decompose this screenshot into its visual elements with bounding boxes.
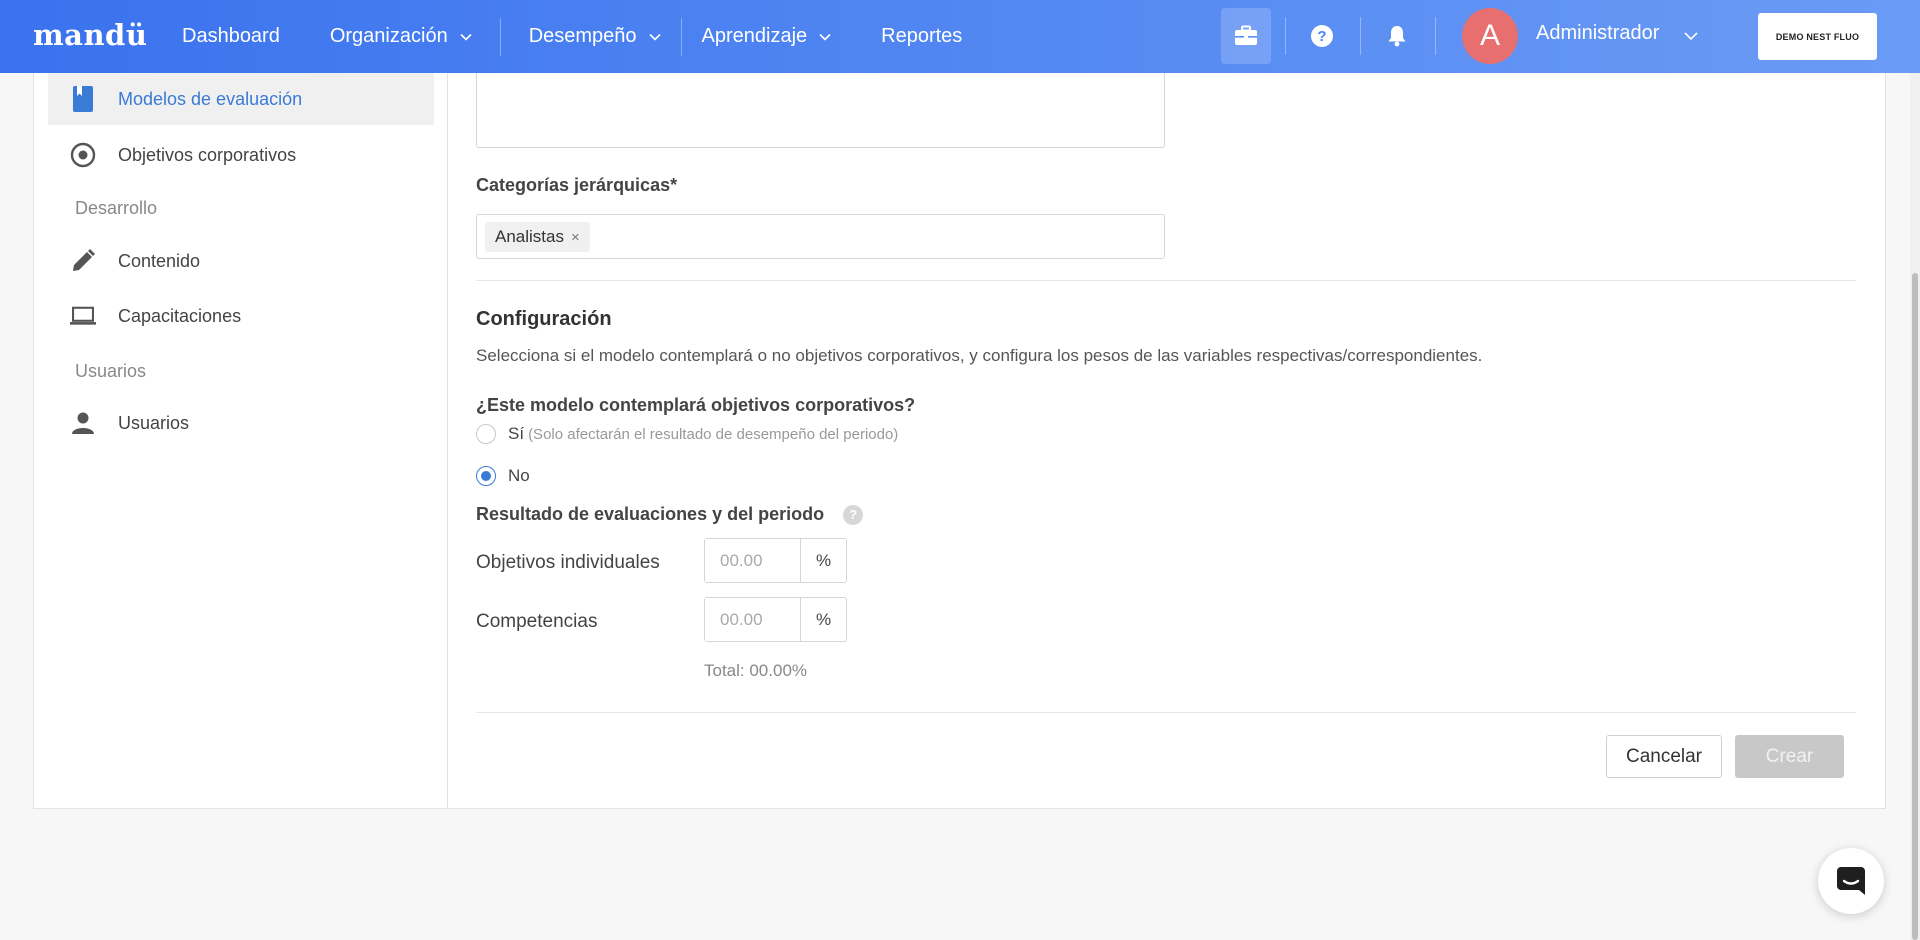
categories-input[interactable]: Analistas ×: [476, 214, 1165, 259]
competencies-label: Competencias: [476, 611, 598, 632]
main-nav: Dashboard Organización Desempeño Aprendi…: [182, 0, 962, 73]
chevron-down-icon: [819, 33, 831, 41]
main-panel: Modelos de evaluación Objetivos corporat…: [33, 73, 1886, 809]
radio-option-no[interactable]: No: [476, 466, 530, 486]
sidebar-item-label: Capacitaciones: [118, 305, 242, 326]
svg-text:?: ?: [1317, 28, 1326, 45]
radio-no[interactable]: [476, 466, 496, 486]
bell-icon: [1388, 26, 1406, 47]
nav-reportes-label: Reportes: [881, 25, 963, 47]
person-icon: [70, 410, 96, 436]
divider: [476, 712, 1856, 713]
topbar-divider: [1360, 17, 1361, 55]
briefcase-button[interactable]: [1221, 8, 1271, 64]
notifications-button[interactable]: [1372, 8, 1422, 64]
radio-option-yes[interactable]: Sí (Solo afectarán el resultado de desem…: [476, 424, 898, 444]
radio-yes[interactable]: [476, 424, 496, 444]
categories-label: Categorías jerárquicas*: [476, 175, 678, 195]
sidebar-item-label: Usuarios: [118, 412, 190, 433]
sidebar-section-usuarios: Usuarios: [75, 361, 147, 381]
divider: [476, 280, 1856, 281]
briefcase-icon: [1235, 25, 1257, 45]
radio-yes-label: Sí: [508, 424, 525, 443]
config-title: Configuración: [476, 308, 612, 330]
nav-aprendizaje[interactable]: Aprendizaje: [702, 0, 832, 73]
create-button[interactable]: Crear: [1735, 735, 1844, 778]
nav-organizacion[interactable]: Organización: [330, 0, 472, 73]
close-icon[interactable]: ×: [571, 229, 580, 246]
chevron-down-icon[interactable]: [1684, 30, 1698, 42]
sidebar-section-desarrollo: Desarrollo: [75, 198, 158, 218]
nav-aprendizaje-label: Aprendizaje: [701, 25, 808, 47]
chevron-down-icon: [648, 33, 661, 41]
sidebar-item-usuarios[interactable]: Usuarios: [48, 397, 434, 449]
chat-icon: [1837, 867, 1865, 895]
nav-divider: [680, 17, 682, 56]
avatar[interactable]: A: [1462, 8, 1518, 64]
category-tag: Analistas ×: [485, 222, 590, 252]
corporate-objectives-question: ¿Este modelo contemplará objetivos corpo…: [476, 395, 916, 415]
topbar-divider: [1435, 17, 1436, 55]
topbar-divider: [1285, 17, 1286, 55]
help-button[interactable]: ?: [1297, 8, 1347, 64]
help-icon[interactable]: ?: [843, 505, 864, 526]
competencies-field: %: [704, 597, 847, 642]
results-title-text: Resultado de evaluaciones y del periodo: [476, 504, 825, 524]
description-textarea[interactable]: [476, 73, 1165, 148]
nav-desempeno[interactable]: Desempeño: [529, 0, 661, 73]
user-name[interactable]: Administrador: [1536, 22, 1659, 45]
nav-dashboard[interactable]: Dashboard: [182, 0, 280, 73]
individual-objectives-label: Objetivos individuales: [476, 552, 660, 573]
help-icon: ?: [1311, 25, 1333, 47]
scrollbar-thumb[interactable]: [1912, 273, 1918, 940]
target-icon: [70, 142, 96, 168]
config-description: Selecciona si el modelo contemplará o no…: [476, 346, 1483, 365]
nav-dashboard-label: Dashboard: [182, 25, 280, 47]
nav-organizacion-label: Organización: [329, 25, 448, 47]
nav-reportes[interactable]: Reportes: [881, 0, 962, 73]
radio-no-label: No: [508, 466, 530, 485]
pencil-icon: [70, 248, 96, 274]
nav-divider: [499, 17, 501, 56]
demo-account-button[interactable]: DEMO NEST FLUO: [1758, 13, 1877, 60]
sidebar-item-label: Contenido: [118, 250, 201, 271]
competencies-input[interactable]: [705, 598, 800, 641]
individual-objectives-input[interactable]: [705, 539, 800, 582]
sidebar-item-capacitaciones[interactable]: Capacitaciones: [48, 290, 434, 342]
sidebar-item-objetivos[interactable]: Objetivos corporativos: [48, 129, 434, 181]
individual-objectives-field: %: [704, 538, 847, 583]
results-title: Resultado de evaluaciones y del periodo …: [476, 504, 864, 526]
form-content: Categorías jerárquicas* Analistas × Conf…: [449, 73, 1885, 808]
chevron-down-icon: [460, 33, 472, 41]
brand-logo[interactable]: mandü: [33, 18, 147, 52]
sidebar-item-label: Objetivos corporativos: [118, 144, 297, 165]
sidebar-item-contenido[interactable]: Contenido: [48, 235, 434, 287]
cancel-button[interactable]: Cancelar: [1606, 735, 1722, 778]
radio-yes-hint: (Solo afectarán el resultado de desempeñ…: [528, 425, 899, 443]
sidebar: Modelos de evaluación Objetivos corporat…: [34, 73, 448, 808]
sidebar-item-label: Modelos de evaluación: [118, 88, 303, 109]
category-tag-label: Analistas: [495, 227, 564, 246]
percent-suffix: %: [800, 598, 846, 641]
chat-button[interactable]: [1818, 848, 1884, 914]
book-icon: [70, 86, 96, 112]
nav-desempeno-label: Desempeño: [528, 25, 637, 47]
percent-suffix: %: [800, 539, 846, 582]
sidebar-item-modelos[interactable]: Modelos de evaluación: [48, 73, 434, 125]
page-scrollbar[interactable]: [1910, 73, 1920, 940]
top-navbar: mandü Dashboard Organización Desempeño A…: [0, 0, 1920, 73]
laptop-icon: [70, 303, 96, 329]
total-percentage: Total: 00.00%: [704, 661, 808, 680]
